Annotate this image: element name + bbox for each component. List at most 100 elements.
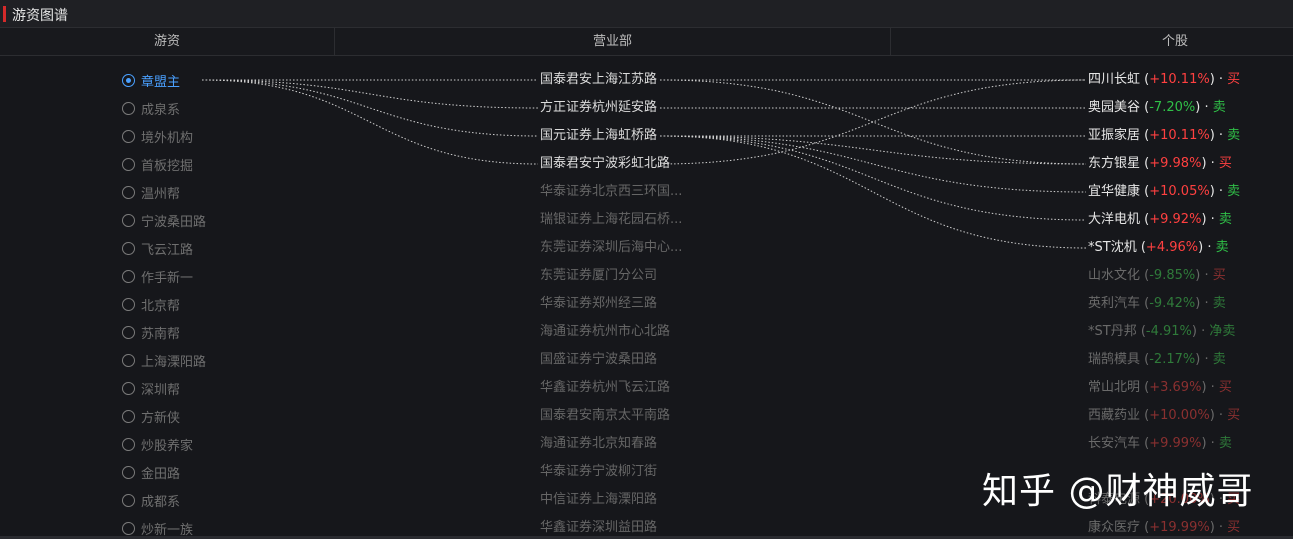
stock-action: 买 (1218, 156, 1232, 171)
yingyebu-item[interactable]: 华泰证券北京西三环国... (540, 182, 682, 202)
yingyebu-item[interactable]: 海通证券杭州市心北路 (540, 322, 670, 342)
stock-change: +4.96% (1145, 240, 1199, 255)
stock-change: +10.11% (1149, 72, 1210, 87)
radio-icon (122, 409, 135, 423)
stock-item[interactable]: *ST沈机 (+4.96%) · 卖 (1088, 238, 1229, 258)
youzi-item[interactable]: 境外机构 (122, 126, 193, 146)
youzi-label: 方新侠 (141, 410, 181, 426)
stock-change: +10.11% (1149, 128, 1210, 143)
yingyebu-item[interactable]: 瑞银证券上海花园石桥... (540, 210, 682, 230)
youzi-item[interactable]: 温州帮 (122, 182, 180, 202)
youzi-item[interactable]: 宁波桑田路 (122, 210, 206, 230)
stock-name: 东方银星 (1088, 156, 1141, 171)
stock-item[interactable]: *ST丹邦 (-4.91%) · 净卖 (1088, 322, 1235, 342)
youzi-label: 深圳帮 (141, 382, 181, 398)
stock-change: +9.92% (1149, 212, 1202, 227)
yingyebu-item[interactable]: 国泰君安南京太平南路 (540, 406, 670, 426)
stock-action: 卖 (1212, 352, 1226, 367)
yingyebu-item[interactable]: 东莞证券深圳后海中心... (540, 238, 682, 258)
youzi-item[interactable]: 炒股养家 (122, 434, 193, 454)
stock-item[interactable]: 长安汽车 (+9.99%) · 卖 (1088, 434, 1232, 454)
youzi-label: 作手新一 (141, 270, 194, 286)
stock-item[interactable]: 四川长虹 (+10.11%) · 买 (1088, 70, 1240, 90)
link-line (659, 135, 1087, 165)
stock-item[interactable]: 东方银星 (+9.98%) · 买 (1088, 154, 1232, 174)
youzi-item[interactable]: 飞云江路 (122, 238, 193, 258)
yingyebu-item[interactable]: 方正证券杭州延安路 (540, 98, 657, 118)
stock-item[interactable]: 康众医疗 (+19.99%) · 买 (1088, 518, 1240, 538)
youzi-item[interactable]: 金田路 (122, 462, 180, 482)
yingyebu-item[interactable]: 东莞证券厦门分公司 (540, 266, 657, 286)
yingyebu-item[interactable]: 中信证券上海溧阳路 (540, 490, 657, 510)
link-line (659, 135, 1087, 221)
youzi-item[interactable]: 炒新一族 (122, 518, 193, 538)
youzi-item[interactable]: 作手新一 (122, 266, 193, 286)
radio-icon (122, 297, 135, 311)
column-header: 游资 营业部 个股 (0, 28, 1293, 56)
yingyebu-item[interactable]: 国盛证券宁波桑田路 (540, 350, 657, 370)
youzi-item[interactable]: 苏南帮 (122, 322, 180, 342)
watermark: 知乎 @财神威哥 (982, 471, 1254, 512)
stock-action: 净卖 (1209, 324, 1236, 339)
yingyebu-item[interactable]: 华泰证券宁波柳汀街 (540, 462, 657, 482)
stock-item[interactable]: 宜华健康 (+10.05%) · 卖 (1088, 182, 1240, 202)
stock-item[interactable]: 常山北明 (+3.69%) · 买 (1088, 378, 1232, 398)
youzi-item[interactable]: 深圳帮 (122, 378, 180, 398)
radio-icon (122, 129, 135, 143)
radio-icon (122, 269, 135, 283)
stock-item[interactable]: 瑞鹄模具 (-2.17%) · 卖 (1088, 350, 1226, 370)
stock-action: 卖 (1215, 240, 1229, 255)
stock-item[interactable]: 奥园美谷 (-7.20%) · 卖 (1088, 98, 1226, 118)
column-header-youzi: 游资 (153, 34, 180, 49)
yingyebu-item[interactable]: 国元证券上海虹桥路 (540, 126, 657, 146)
stock-change: -7.20% (1149, 100, 1196, 115)
youzi-item[interactable]: 首板挖掘 (122, 154, 193, 174)
youzi-item[interactable]: 方新侠 (122, 406, 180, 426)
stock-item[interactable]: 山水文化 (-9.85%) · 买 (1088, 266, 1226, 286)
youzi-label: 温州帮 (141, 186, 181, 202)
stock-action: 卖 (1227, 184, 1241, 199)
radio-icon (122, 353, 135, 367)
stock-action: 卖 (1218, 212, 1232, 227)
yingyebu-item[interactable]: 国泰君安上海江苏路 (540, 70, 657, 90)
stock-name: *ST丹邦 (1088, 324, 1137, 339)
link-line (201, 79, 539, 137)
radio-icon (122, 521, 135, 535)
radio-icon (122, 157, 135, 171)
youzi-item[interactable]: 章盟主 (122, 70, 180, 90)
stock-item[interactable]: 大洋电机 (+9.92%) · 卖 (1088, 210, 1232, 230)
radio-icon (122, 101, 135, 115)
radio-icon (122, 185, 135, 199)
stock-item[interactable]: 亚振家居 (+10.11%) · 卖 (1088, 126, 1240, 146)
youzi-label: 炒股养家 (141, 438, 194, 454)
youzi-label: 宁波桑田路 (141, 214, 207, 230)
link-line (659, 79, 1087, 165)
youzi-item[interactable]: 成泉系 (122, 98, 180, 118)
radio-icon (122, 381, 135, 395)
yingyebu-item[interactable]: 华鑫证券杭州飞云江路 (540, 378, 670, 398)
youzi-label: 北京帮 (141, 298, 181, 314)
stock-action: 卖 (1212, 296, 1226, 311)
radio-icon (122, 73, 135, 87)
stock-change: +10.05% (1149, 184, 1210, 199)
stock-item[interactable]: 西藏药业 (+10.00%) · 买 (1088, 406, 1240, 426)
title-bar: 游资图谱 (0, 0, 1293, 28)
youzi-item[interactable]: 北京帮 (122, 294, 180, 314)
yingyebu-item[interactable]: 华泰证券郑州经三路 (540, 294, 657, 314)
youzi-item[interactable]: 成都系 (122, 490, 180, 510)
title-accent-bar (3, 6, 6, 22)
youzi-item[interactable]: 上海溧阳路 (122, 350, 206, 370)
radio-icon (122, 465, 135, 479)
yingyebu-item[interactable]: 国泰君安宁波彩虹北路 (540, 154, 670, 174)
yingyebu-item[interactable]: 华鑫证券深圳益田路 (540, 518, 657, 538)
link-line (201, 79, 539, 109)
stock-change: -9.42% (1149, 296, 1196, 311)
stock-item[interactable]: 英利汽车 (-9.42%) · 卖 (1088, 294, 1226, 314)
yingyebu-item[interactable]: 海通证券北京知春路 (540, 434, 657, 454)
stock-name: 四川长虹 (1088, 72, 1141, 87)
youzi-label: 章盟主 (141, 74, 181, 90)
stock-name: 亚振家居 (1088, 128, 1141, 143)
link-line (201, 79, 539, 165)
stock-change: +3.69% (1149, 380, 1202, 395)
column-header-yingyebu: 营业部 (592, 34, 632, 49)
